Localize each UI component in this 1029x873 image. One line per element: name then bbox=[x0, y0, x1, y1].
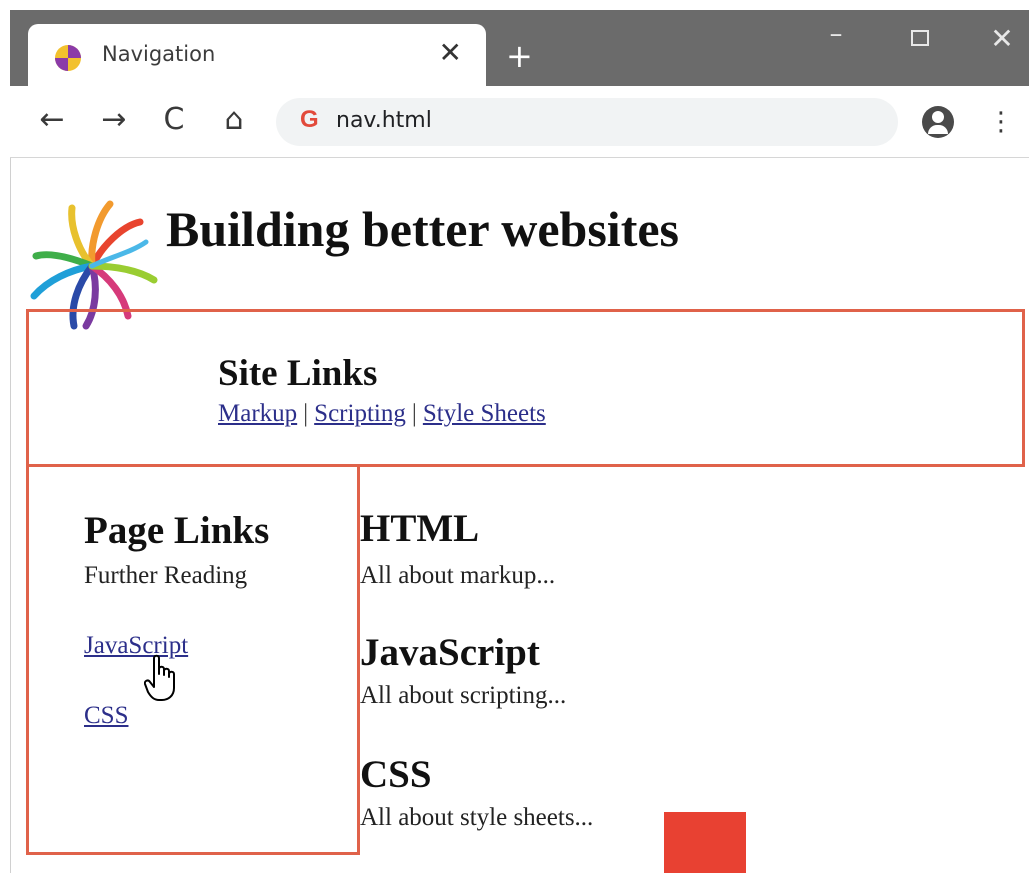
forward-arrow-icon[interactable]: → bbox=[94, 100, 134, 140]
section-heading-html: HTML bbox=[360, 507, 480, 550]
address-bar[interactable]: G nav.html bbox=[276, 98, 898, 146]
red-square-block bbox=[664, 812, 746, 873]
home-icon[interactable]: ⌂ bbox=[214, 100, 254, 140]
section-text-html: All about markup... bbox=[360, 562, 556, 589]
section-text-css: All about style sheets... bbox=[360, 804, 594, 831]
profile-avatar-icon[interactable] bbox=[922, 106, 954, 138]
maximize-button[interactable] bbox=[900, 24, 940, 60]
section-heading-javascript: JavaScript bbox=[360, 631, 540, 674]
page-links-heading: Page Links bbox=[84, 509, 270, 552]
site-link-style-sheets[interactable]: Style Sheets bbox=[423, 400, 546, 427]
tab-title: Navigation bbox=[102, 42, 216, 66]
site-links-heading: Site Links bbox=[218, 353, 378, 394]
window-close-button[interactable]: ✕ bbox=[982, 24, 1022, 60]
page-title: Building better websites bbox=[166, 201, 679, 257]
site-link-scripting[interactable]: Scripting bbox=[314, 400, 406, 427]
hand-pointer-cursor-icon bbox=[144, 654, 175, 701]
new-tab-button[interactable]: + bbox=[506, 40, 533, 72]
browser-tab[interactable]: Navigation ✕ bbox=[28, 24, 486, 86]
site-links-row: Markup | Scripting | Style Sheets bbox=[218, 400, 546, 428]
page-link-css[interactable]: CSS bbox=[84, 702, 128, 730]
browser-menu-icon[interactable]: ⋮ bbox=[988, 104, 1014, 140]
minimize-button[interactable]: – bbox=[816, 21, 856, 60]
reload-icon[interactable]: C bbox=[154, 100, 194, 140]
maximize-icon bbox=[911, 30, 929, 46]
back-arrow-icon[interactable]: ← bbox=[32, 100, 72, 140]
browser-titlebar: Navigation ✕ + – ✕ bbox=[10, 10, 1029, 86]
viewport-edge bbox=[10, 158, 11, 873]
browser-toolbar: ← → C ⌂ G nav.html ⋮ bbox=[10, 86, 1029, 158]
page-links-subtitle: Further Reading bbox=[84, 562, 248, 589]
site-links-nav bbox=[26, 309, 1025, 467]
site-link-markup[interactable]: Markup bbox=[218, 400, 297, 427]
section-heading-css: CSS bbox=[360, 753, 432, 796]
search-engine-icon: G bbox=[300, 106, 319, 133]
address-bar-url[interactable]: nav.html bbox=[336, 108, 432, 133]
page-favicon-icon bbox=[55, 45, 81, 71]
section-text-javascript: All about scripting... bbox=[360, 682, 567, 709]
link-separator: | bbox=[411, 400, 417, 427]
link-separator: | bbox=[303, 400, 309, 427]
tab-close-icon[interactable]: ✕ bbox=[439, 38, 462, 68]
